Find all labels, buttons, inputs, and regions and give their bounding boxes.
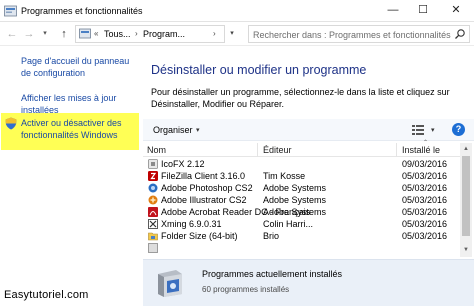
address-history-dropdown[interactable]: ▾ xyxy=(226,25,238,43)
column-divider[interactable] xyxy=(257,143,258,157)
table-row[interactable]: FileZilla Client 3.16.0 Tim Kosse 05/03/… xyxy=(143,170,460,182)
table-row[interactable]: IcoFX 2.12 09/03/2016 xyxy=(143,158,460,170)
program-editor: Adobe Systems xyxy=(263,207,327,217)
program-name: Adobe Illustrator CS2 xyxy=(161,195,247,205)
search-icon[interactable] xyxy=(454,28,466,40)
installed-count: 60 programmes installés xyxy=(202,285,290,294)
program-list: IcoFX 2.12 09/03/2016 FileZilla Client 3… xyxy=(143,158,460,253)
program-install-date: 05/03/2016 xyxy=(402,195,448,205)
breadcrumb-separator[interactable]: › xyxy=(135,29,138,38)
scroll-thumb[interactable] xyxy=(462,156,470,236)
minimize-button[interactable]: — xyxy=(377,0,409,21)
address-field[interactable]: « Tous... › Program... › xyxy=(75,25,225,43)
program-editor: Colin Harri... xyxy=(263,219,314,229)
program-editor: Brio xyxy=(263,231,280,241)
organise-menu-button[interactable]: Organiser xyxy=(153,125,193,135)
details-title: Programmes actuellement installés xyxy=(202,269,343,279)
scroll-down-button[interactable]: ▼ xyxy=(460,244,472,256)
close-button[interactable]: ✕ xyxy=(440,0,472,21)
icofx-icon xyxy=(148,159,158,169)
chevron-down-icon[interactable]: ▾ xyxy=(431,126,435,134)
vertical-scrollbar[interactable]: ▲ ▼ xyxy=(460,143,472,257)
acrobat-icon xyxy=(148,207,158,217)
chevron-down-icon[interactable]: ▾ xyxy=(196,126,200,134)
program-install-date: 05/03/2016 xyxy=(402,183,448,193)
program-name: Xming 6.9.0.31 xyxy=(161,219,222,229)
recent-locations-button[interactable]: ▾ xyxy=(38,26,52,42)
sort-indicator-icon: ⌃ xyxy=(423,140,429,146)
view-options-icon[interactable] xyxy=(412,125,424,135)
breadcrumb-overflow[interactable]: « xyxy=(94,29,98,38)
table-header: Nom Éditeur Installé le ⌃ xyxy=(143,140,460,157)
watermark: Easytutoriel.com xyxy=(4,289,89,301)
column-header-name[interactable]: Nom xyxy=(147,145,166,155)
column-header-installed[interactable]: Installé le xyxy=(402,145,440,155)
table-row[interactable] xyxy=(143,242,460,253)
page-description: Pour désinstaller un programme, sélectio… xyxy=(151,87,450,109)
program-name: Folder Size (64-bit) xyxy=(161,231,238,241)
main-content: Désinstaller ou modifier un programme Po… xyxy=(140,47,474,306)
window-title: Programmes et fonctionnalités xyxy=(21,6,143,16)
title-bar: Programmes et fonctionnalités — ☐ ✕ xyxy=(0,0,474,22)
sidebar-link-windows-features[interactable]: Activer ou désactiver des fonctionnalité… xyxy=(21,117,139,141)
column-divider[interactable] xyxy=(396,143,397,157)
table-row[interactable]: Adobe Photoshop CS2 Adobe Systems 05/03/… xyxy=(143,182,460,194)
program-editor: Adobe Systems xyxy=(263,183,327,193)
maximize-button[interactable]: ☐ xyxy=(407,0,439,21)
program-install-date: 09/03/2016 xyxy=(402,159,448,169)
search-input[interactable] xyxy=(253,28,453,41)
program-editor: Tim Kosse xyxy=(263,171,306,181)
table-row[interactable]: Adobe Illustrator CS2 Adobe Systems 05/0… xyxy=(143,194,460,206)
sidebar: Page d'accueil du panneau de configurati… xyxy=(0,47,140,306)
program-name: FileZilla Client 3.16.0 xyxy=(161,171,246,181)
installed-programs-icon xyxy=(158,270,182,297)
table-row[interactable]: Adobe Acrobat Reader DC - Français Adobe… xyxy=(143,206,460,218)
help-icon[interactable]: ? xyxy=(452,123,465,136)
scroll-up-button[interactable]: ▲ xyxy=(460,143,472,155)
details-pane: Programmes actuellement installés 60 pro… xyxy=(143,259,474,306)
breadcrumb-programs[interactable]: Program... xyxy=(143,29,185,39)
program-install-date: 05/03/2016 xyxy=(402,171,448,181)
program-name: Adobe Photoshop CS2 xyxy=(161,183,253,193)
sidebar-link-control-panel-home[interactable]: Page d'accueil du panneau de configurati… xyxy=(21,55,139,79)
back-button[interactable]: ← xyxy=(5,26,19,42)
table-row[interactable]: Xming 6.9.0.31 Colin Harri... 05/03/2016 xyxy=(143,218,460,230)
control-panel-icon xyxy=(79,28,91,39)
program-editor: Adobe Systems xyxy=(263,195,327,205)
filezilla-icon xyxy=(148,171,158,181)
breadcrumb-separator[interactable]: › xyxy=(213,29,216,38)
table-row[interactable]: Folder Size (64-bit) Brio 05/03/2016 xyxy=(143,230,460,242)
illustrator-icon xyxy=(148,195,158,205)
program-install-date: 05/03/2016 xyxy=(402,219,448,229)
command-bar: Organiser ▾ ▾ ? xyxy=(143,119,474,141)
up-button[interactable]: ↑ xyxy=(57,26,71,42)
photoshop-icon xyxy=(148,183,158,193)
programs-features-icon xyxy=(4,5,17,17)
forward-button[interactable]: → xyxy=(22,26,36,42)
search-box[interactable] xyxy=(248,25,470,43)
program-name: IcoFX 2.12 xyxy=(161,159,205,169)
column-header-editor[interactable]: Éditeur xyxy=(263,145,292,155)
shield-icon xyxy=(5,117,17,130)
program-install-date: 05/03/2016 xyxy=(402,207,448,217)
program-install-date: 05/03/2016 xyxy=(402,231,448,241)
breadcrumb-all-items[interactable]: Tous... xyxy=(104,29,131,39)
address-bar: ← → ▾ ↑ « Tous... › Program... › ▾ ↻ xyxy=(0,22,474,46)
folder-size-icon xyxy=(148,232,158,241)
xming-icon xyxy=(148,219,158,229)
page-title: Désinstaller ou modifier un programme xyxy=(151,63,367,77)
program-icon xyxy=(148,243,158,253)
